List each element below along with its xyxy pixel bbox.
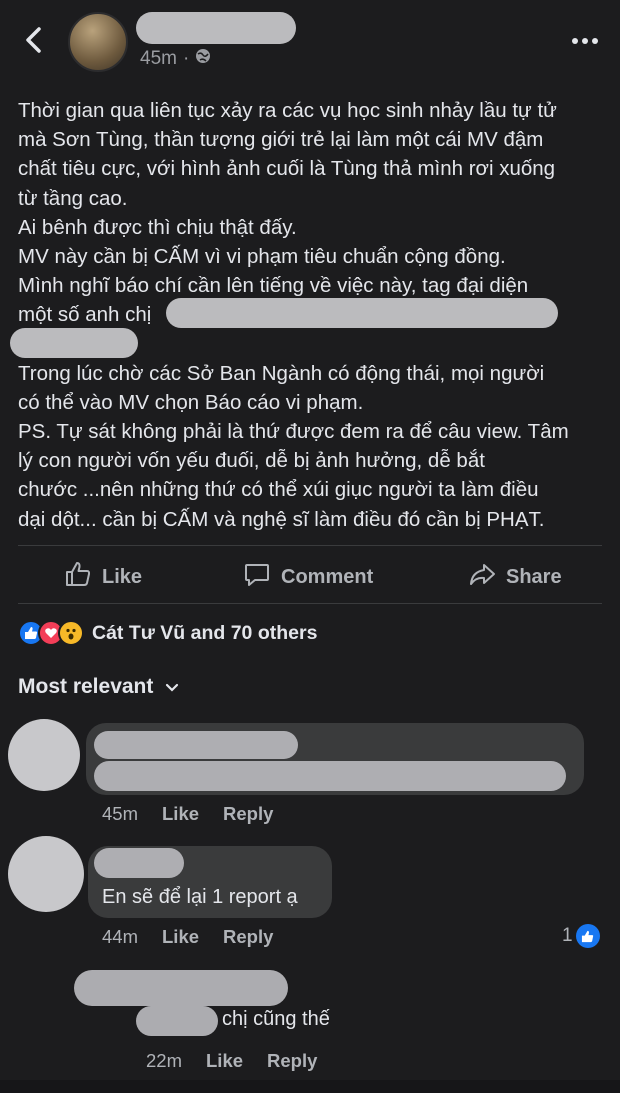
post-line: Trong lúc chờ các Sở Ban Ngành có động t… xyxy=(18,361,545,385)
comment-text: chị cũng thế xyxy=(222,1008,330,1030)
redacted-comment-text xyxy=(94,761,566,791)
divider xyxy=(18,603,602,604)
post-line: dại dột... cần bị CẤM và nghệ sĩ làm điề… xyxy=(18,507,545,531)
comment-like-button[interactable]: Like xyxy=(162,803,199,825)
commenter-avatar[interactable] xyxy=(8,719,80,791)
redacted-commenter-name xyxy=(94,848,184,878)
post-timestamp: 45m · xyxy=(140,48,211,70)
post-line: mà Sơn Tùng, thần tượng giới trẻ lại làm… xyxy=(18,128,544,152)
comment-like-button[interactable]: Like xyxy=(206,1050,243,1072)
share-icon xyxy=(468,560,496,594)
post-line: MV này cần bị CẤM vì vi phạm tiêu chuẩn … xyxy=(18,245,506,269)
comment-reply-button[interactable]: Reply xyxy=(223,926,273,948)
comment-reply-button[interactable]: Reply xyxy=(223,803,273,825)
like-button[interactable]: Like xyxy=(64,560,142,594)
post-line: Ai bênh được thì chịu thật đấy. xyxy=(18,215,297,239)
bottom-edge xyxy=(0,1080,620,1093)
chevron-down-icon xyxy=(165,675,179,699)
wow-icon xyxy=(58,620,84,646)
redacted-commenter-name xyxy=(94,731,298,759)
share-label: Share xyxy=(506,565,562,588)
post-line: Thời gian qua liên tục xảy ra các vụ học… xyxy=(18,99,557,122)
like-count-number: 1 xyxy=(562,925,573,946)
thumbs-up-icon xyxy=(64,560,92,594)
redacted-tag xyxy=(166,298,558,328)
post-line: PS. Tự sát không phải là thứ được đem ra… xyxy=(18,420,569,444)
redacted-reply-header xyxy=(74,970,288,1006)
post-line: lý con người vốn yếu đuối, dễ bị ảnh hưở… xyxy=(18,449,485,473)
redacted-author-name xyxy=(136,12,296,44)
comment-meta: 44m Like Reply xyxy=(102,926,273,948)
reactions-summary[interactable]: Cát Tư Vũ and 70 others xyxy=(18,620,317,646)
post-line: chất tiêu cực, với hình ảnh cuối là Tùng… xyxy=(18,157,556,181)
author-avatar[interactable] xyxy=(68,12,128,72)
comment-like-button[interactable]: Like xyxy=(162,926,199,948)
comment-reply-button[interactable]: Reply xyxy=(267,1050,317,1072)
comment-meta: 22m Like Reply xyxy=(146,1050,317,1072)
comment-like-count[interactable]: 1 xyxy=(562,924,600,948)
globe-icon xyxy=(195,48,211,70)
post-line: có thể vào MV chọn Báo cáo vi phạm. xyxy=(18,390,364,414)
redacted-commenter-name xyxy=(136,1006,218,1036)
reactions-text: Cát Tư Vũ and 70 others xyxy=(92,621,318,644)
comment-icon xyxy=(243,560,271,594)
back-arrow-icon[interactable] xyxy=(22,25,46,55)
comment-label: Comment xyxy=(281,565,374,588)
comment-text: En sẽ để lại 1 report ạ xyxy=(102,886,298,908)
comment-time: 45m xyxy=(102,803,138,824)
sort-label: Most relevant xyxy=(18,675,154,698)
comment-time: 44m xyxy=(102,926,138,947)
comment-meta: 45m Like Reply xyxy=(102,803,273,825)
post-line: Mình nghĩ báo chí cần lên tiếng về việc … xyxy=(18,274,529,298)
commenter-avatar[interactable] xyxy=(8,836,84,912)
divider xyxy=(18,545,602,546)
time-separator: · xyxy=(182,48,190,69)
redacted-tag xyxy=(10,328,138,358)
more-options-icon[interactable] xyxy=(572,38,598,44)
like-icon xyxy=(575,924,600,948)
post-line: chước ...nên những thứ có thể xúi giục n… xyxy=(18,478,539,502)
comment-button[interactable]: Comment xyxy=(243,560,373,594)
post-time: 45m xyxy=(140,48,177,69)
comment-time: 22m xyxy=(146,1050,182,1071)
post-line: từ tầng cao. xyxy=(18,186,128,210)
sort-comments-dropdown[interactable]: Most relevant xyxy=(18,675,179,699)
like-label: Like xyxy=(102,565,143,588)
share-button[interactable]: Share xyxy=(468,560,562,594)
